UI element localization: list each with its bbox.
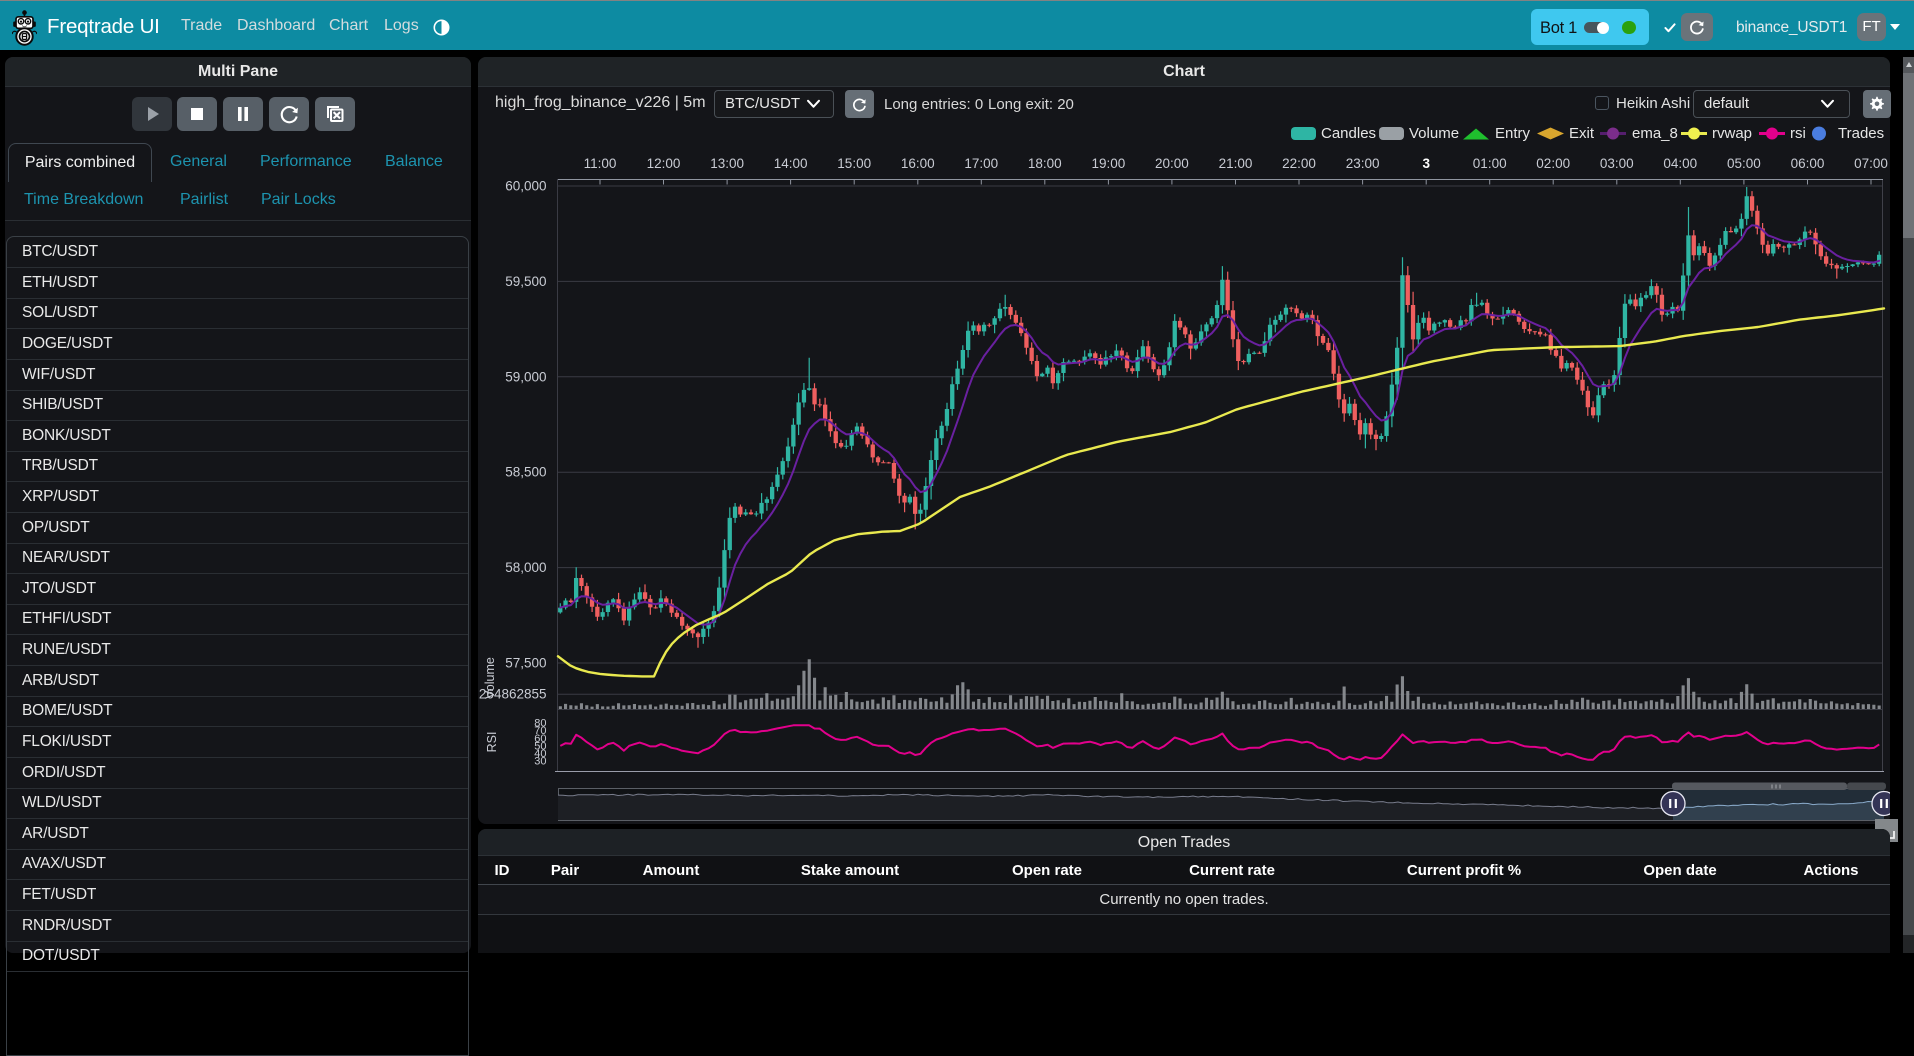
svg-text:59,500: 59,500	[505, 274, 546, 289]
svg-text:19:00: 19:00	[1092, 156, 1126, 171]
svg-text:23:00: 23:00	[1346, 156, 1380, 171]
svg-text:17:00: 17:00	[964, 156, 998, 171]
svg-text:16:00: 16:00	[901, 156, 935, 171]
svg-text:15:00: 15:00	[837, 156, 871, 171]
svg-text:RSI: RSI	[485, 732, 499, 753]
svg-text:12:00: 12:00	[647, 156, 681, 171]
svg-text:02:00: 02:00	[1536, 156, 1570, 171]
svg-text:03:00: 03:00	[1600, 156, 1634, 171]
svg-text:13:00: 13:00	[710, 156, 744, 171]
svg-text:58,500: 58,500	[505, 465, 546, 480]
svg-text:07:00: 07:00	[1854, 156, 1888, 171]
svg-text:Volume: Volume	[483, 657, 497, 699]
svg-text:05:00: 05:00	[1727, 156, 1761, 171]
svg-text:58,000: 58,000	[505, 560, 546, 575]
svg-text:3: 3	[1422, 156, 1430, 171]
svg-text:59,000: 59,000	[505, 369, 546, 384]
svg-text:57,500: 57,500	[505, 656, 546, 671]
svg-text:18:00: 18:00	[1028, 156, 1062, 171]
svg-text:20:00: 20:00	[1155, 156, 1189, 171]
svg-text:60,000: 60,000	[505, 179, 546, 194]
svg-text:30: 30	[534, 756, 546, 768]
svg-text:14:00: 14:00	[774, 156, 808, 171]
svg-text:22:00: 22:00	[1282, 156, 1316, 171]
svg-text:21:00: 21:00	[1219, 156, 1253, 171]
svg-text:06:00: 06:00	[1791, 156, 1825, 171]
svg-text:11:00: 11:00	[584, 156, 617, 171]
svg-text:04:00: 04:00	[1663, 156, 1697, 171]
svg-text:01:00: 01:00	[1473, 156, 1507, 171]
